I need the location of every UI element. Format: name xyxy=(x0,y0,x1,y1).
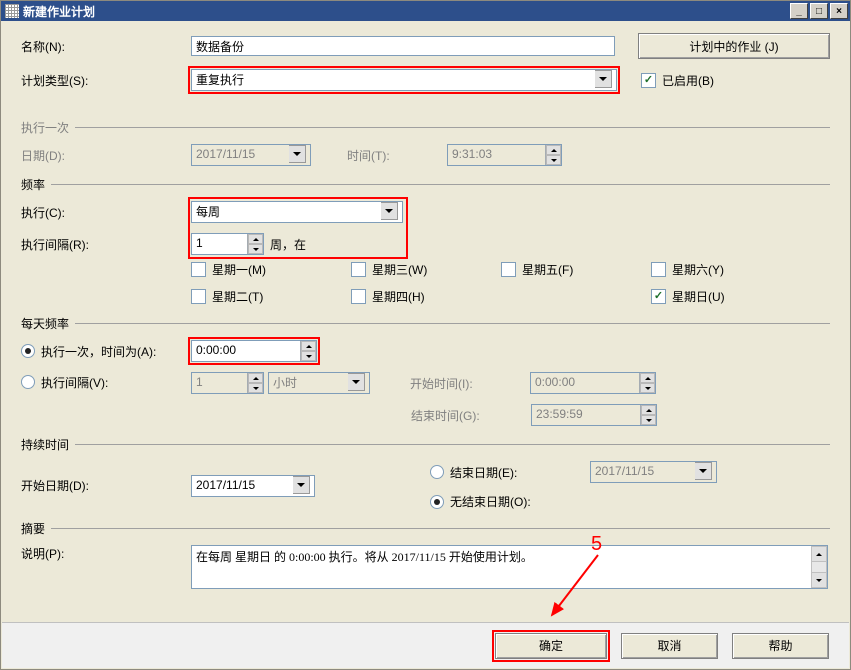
cancel-button[interactable]: 取消 xyxy=(621,633,718,659)
friday-checkbox[interactable]: 星期五(F) xyxy=(501,261,651,278)
client-area: 名称(N): 计划中的作业 (J) 计划类型(S): 已启用( xyxy=(1,21,850,669)
start-date-select[interactable] xyxy=(191,475,315,497)
thursday-checkbox[interactable]: 星期四(H) xyxy=(351,288,501,305)
title-bar: 新建作业计划 _ □ × xyxy=(1,1,850,21)
end-date-select xyxy=(590,461,717,483)
chevron-down-icon[interactable] xyxy=(301,351,316,361)
radio-icon xyxy=(430,465,444,479)
once-date-label: 日期(D): xyxy=(21,147,191,164)
start-time-input xyxy=(530,372,656,394)
occurs-select[interactable] xyxy=(191,201,403,223)
scroll-down-icon[interactable] xyxy=(812,572,826,587)
footer: 确定 取消 帮助 xyxy=(2,622,849,668)
chevron-down-icon xyxy=(695,462,712,480)
chevron-down-icon[interactable] xyxy=(248,244,263,254)
chevron-down-icon[interactable] xyxy=(381,202,398,220)
once-section-header: 执行一次 xyxy=(21,119,830,136)
occurs-label: 执行(C): xyxy=(21,204,191,221)
close-button[interactable]: × xyxy=(830,3,848,19)
no-end-date-radio[interactable]: 无结束日期(O): xyxy=(430,493,717,510)
chevron-down-icon xyxy=(546,155,561,165)
window: 新建作业计划 _ □ × 名称(N): 计划中的作业 (J) 计划类型(S): xyxy=(0,0,851,670)
description-textarea[interactable]: 在每周 星期日 的 0:00:00 执行。将从 2017/11/15 开始使用计… xyxy=(191,545,828,589)
occurs-once-time-input[interactable] xyxy=(191,340,317,362)
window-title: 新建作业计划 xyxy=(23,3,95,20)
occurs-every-value-input xyxy=(191,372,264,394)
chevron-down-icon xyxy=(348,373,365,391)
duration-section-header: 持续时间 xyxy=(21,436,830,453)
minimize-button[interactable]: _ xyxy=(790,3,808,19)
radio-icon xyxy=(21,344,35,358)
once-time-input xyxy=(447,144,562,166)
ok-button[interactable]: 确定 xyxy=(495,633,607,659)
chevron-up-icon[interactable] xyxy=(301,341,316,351)
check-icon xyxy=(641,73,656,88)
chevron-up-icon xyxy=(546,145,561,155)
sunday-checkbox[interactable]: 星期日(U) xyxy=(651,288,725,305)
saturday-checkbox[interactable]: 星期六(Y) xyxy=(651,261,724,278)
recurs-unit: 周，在 xyxy=(270,236,306,253)
recurs-label: 执行间隔(R): xyxy=(21,236,191,253)
summary-section-header: 摘要 xyxy=(21,520,830,537)
enabled-checkbox[interactable]: 已启用(B) xyxy=(641,72,714,89)
occurs-once-radio[interactable]: 执行一次，时间为(A): xyxy=(21,343,156,360)
enabled-label: 已启用(B) xyxy=(662,72,714,89)
frequency-section-header: 频率 xyxy=(21,176,830,193)
chevron-up-icon[interactable] xyxy=(248,234,263,244)
once-time-label: 时间(T): xyxy=(347,147,447,164)
end-time-input xyxy=(531,404,657,426)
end-date-radio[interactable]: 结束日期(E): xyxy=(430,464,590,481)
check-icon xyxy=(651,289,666,304)
help-button[interactable]: 帮助 xyxy=(732,633,829,659)
start-time-label: 开始时间(I): xyxy=(410,375,530,392)
occurs-every-unit-select xyxy=(268,372,370,394)
chevron-down-icon xyxy=(641,415,656,425)
chevron-up-icon xyxy=(640,373,655,383)
recurs-input[interactable] xyxy=(191,233,264,255)
maximize-button[interactable]: □ xyxy=(810,3,828,19)
chevron-down-icon[interactable] xyxy=(293,476,310,494)
daily-frequency-section-header: 每天频率 xyxy=(21,315,830,332)
chevron-up-icon xyxy=(641,405,656,415)
chevron-down-icon xyxy=(248,383,263,393)
chevron-down-icon xyxy=(289,145,306,163)
wednesday-checkbox[interactable]: 星期三(W) xyxy=(351,261,501,278)
scrollbar[interactable] xyxy=(811,546,827,588)
app-icon xyxy=(5,4,19,18)
start-date-label: 开始日期(D): xyxy=(21,477,191,494)
end-time-label: 结束时间(G): xyxy=(411,407,531,424)
radio-icon xyxy=(21,375,35,389)
annotation-five: 5 xyxy=(591,533,602,556)
monday-checkbox[interactable]: 星期一(M) xyxy=(191,261,351,278)
schedule-type-label: 计划类型(S): xyxy=(21,72,191,89)
name-label: 名称(N): xyxy=(21,38,191,55)
chevron-down-icon xyxy=(640,383,655,393)
schedule-type-select[interactable] xyxy=(191,69,617,91)
tuesday-checkbox[interactable]: 星期二(T) xyxy=(191,288,351,305)
chevron-up-icon xyxy=(248,373,263,383)
jobs-in-schedule-button[interactable]: 计划中的作业 (J) xyxy=(638,33,830,59)
occurs-every-radio[interactable]: 执行间隔(V): xyxy=(21,374,108,391)
radio-icon xyxy=(430,495,444,509)
scroll-up-icon[interactable] xyxy=(812,547,826,562)
name-input[interactable] xyxy=(191,36,615,56)
chevron-down-icon[interactable] xyxy=(595,70,612,88)
description-label: 说明(P): xyxy=(21,545,191,562)
once-date-select xyxy=(191,144,311,166)
